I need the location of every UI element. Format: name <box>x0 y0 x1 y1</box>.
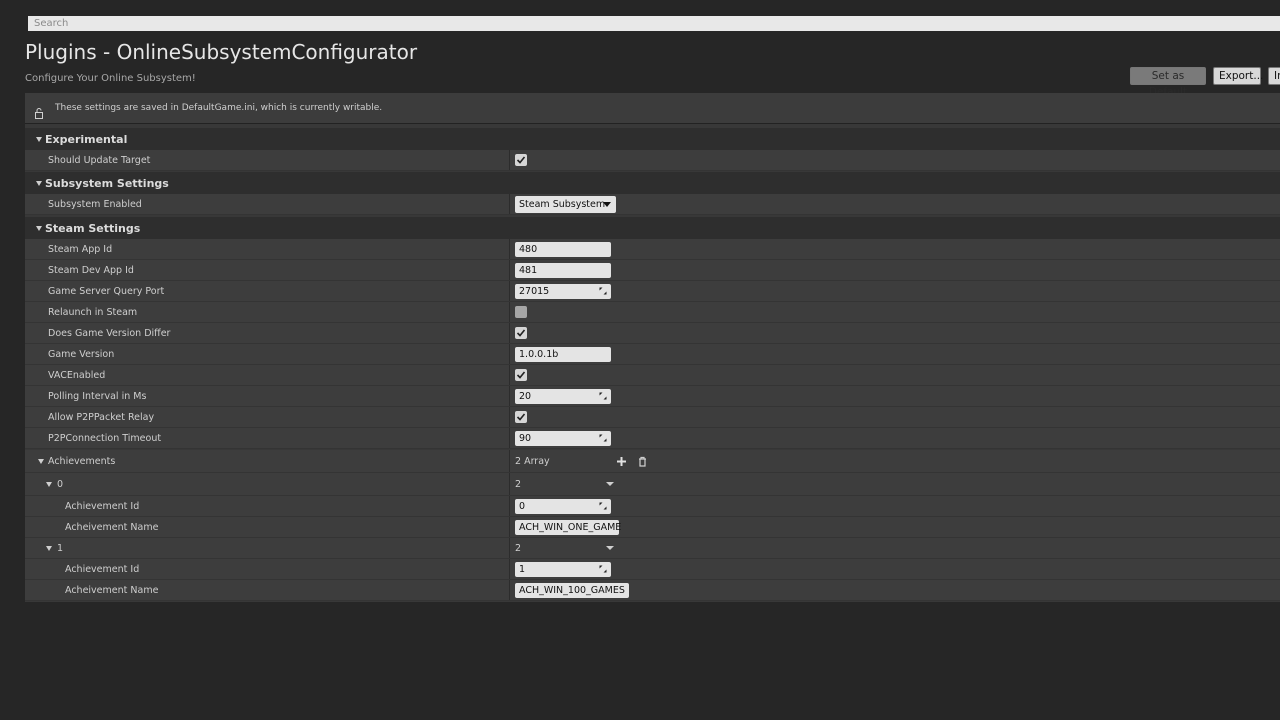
spinbox-value: 0 <box>519 501 526 512</box>
drag-arrows-icon <box>599 287 607 295</box>
element-index: 0 <box>57 479 64 490</box>
does-game-version-differ-checkbox[interactable] <box>515 327 527 339</box>
plus-icon[interactable] <box>616 456 627 467</box>
drag-arrows-icon <box>599 502 607 510</box>
category-experimental[interactable]: Experimental <box>25 128 1280 151</box>
prop-row-game-server-query-port: Game Server Query Port 27015 <box>25 281 1280 302</box>
spinbox-value: 27015 <box>519 286 550 297</box>
achievement-id-0-spinbox[interactable]: 0 <box>515 499 611 514</box>
prop-row-p2p-timeout: P2PConnection Timeout 90 <box>25 428 1280 449</box>
prop-row-achievement-name-0: Acheivement Name ACH_WIN_ONE_GAME <box>25 517 1280 538</box>
game-version-input[interactable]: 1.0.0.1b <box>515 347 611 362</box>
p2p-timeout-spinbox[interactable]: 90 <box>515 431 611 446</box>
array-element-0[interactable]: 0 2 members <box>25 473 1280 513</box>
collapse-arrow-icon <box>36 181 42 186</box>
check-icon <box>516 156 526 164</box>
prop-label: Achievement Id <box>65 564 140 575</box>
category-steam-settings[interactable]: Steam Settings <box>25 217 1280 240</box>
element-index: 1 <box>57 543 64 554</box>
achievement-name-0-input[interactable]: ACH_WIN_ONE_GAME <box>515 520 621 535</box>
prop-row-should-update-target: Should Update Target <box>25 150 1280 171</box>
prop-row-achievement-id-1: Achievement Id 1 <box>25 559 1280 580</box>
trash-icon[interactable] <box>637 456 648 467</box>
relaunch-in-steam-checkbox[interactable] <box>515 306 527 318</box>
set-as-default-button[interactable]: Set as Default <box>1130 67 1206 98</box>
drag-arrows-icon <box>599 392 607 400</box>
check-icon <box>516 413 526 421</box>
prop-row-allow-p2p-relay: Allow P2PPacket Relay <box>25 407 1280 428</box>
settings-panel: These settings are saved in DefaultGame.… <box>25 93 1280 602</box>
prop-row-vac-enabled: VACEnabled <box>25 365 1280 386</box>
prop-row-polling-interval: Polling Interval in Ms 20 <box>25 386 1280 407</box>
prop-row-subsystem-enabled: Subsystem Enabled Steam Subsystem <box>25 194 1280 215</box>
lock-icon <box>34 102 46 119</box>
spinbox-value: 90 <box>519 433 532 444</box>
prop-label: Does Game Version Differ <box>48 328 171 339</box>
collapse-arrow-icon <box>46 482 52 487</box>
prop-label: Allow P2PPacket Relay <box>48 412 155 423</box>
search-input[interactable] <box>28 16 1280 31</box>
game-server-query-port-spinbox[interactable]: 27015 <box>515 284 611 299</box>
check-icon <box>516 329 526 337</box>
polling-interval-spinbox[interactable]: 20 <box>515 389 611 404</box>
import-button[interactable]: Im <box>1268 67 1280 85</box>
page-title: Plugins - OnlineSubsystemConfigurator <box>25 40 418 64</box>
category-label: Steam Settings <box>45 222 141 235</box>
prop-label: Relaunch in Steam <box>48 307 138 318</box>
category-subsystem-settings[interactable]: Subsystem Settings <box>25 172 1280 195</box>
prop-label: Achievement Id <box>65 501 140 512</box>
steam-dev-app-id-input[interactable]: 481 <box>515 263 611 278</box>
allow-p2p-relay-checkbox[interactable] <box>515 411 527 423</box>
prop-row-game-version: Game Version 1.0.0.1b <box>25 344 1280 365</box>
achievement-id-1-spinbox[interactable]: 1 <box>515 562 611 577</box>
prop-label: Acheivement Name <box>65 585 159 596</box>
subsystem-dropdown[interactable]: Steam Subsystem <box>515 196 616 213</box>
prop-label: Polling Interval in Ms <box>48 391 147 402</box>
collapse-arrow-icon <box>38 459 44 464</box>
prop-label: Steam App Id <box>48 244 113 255</box>
prop-label: P2PConnection Timeout <box>48 433 162 444</box>
dropdown-value: Steam Subsystem <box>519 199 606 210</box>
page-subtitle: Configure Your Online Subsystem! <box>25 73 196 84</box>
chevron-down-icon[interactable] <box>606 482 614 486</box>
prop-row-relaunch-in-steam: Relaunch in Steam <box>25 302 1280 323</box>
prop-label: VACEnabled <box>48 370 106 381</box>
category-label: Experimental <box>45 133 128 146</box>
spinbox-value: 1 <box>519 564 526 575</box>
export-button[interactable]: Export... <box>1213 67 1263 85</box>
category-label: Subsystem Settings <box>45 177 169 190</box>
drag-arrows-icon <box>599 565 607 573</box>
prop-row-steam-app-id: Steam App Id 480 <box>25 239 1280 260</box>
prop-row-steam-dev-app-id: Steam Dev App Id 481 <box>25 260 1280 281</box>
prop-row-achievement-id-0: Achievement Id 0 <box>25 496 1280 517</box>
writable-notice: These settings are saved in DefaultGame.… <box>25 93 1280 124</box>
prop-row-achievements[interactable]: Achievements 2 Array elements <box>25 450 1280 490</box>
collapse-arrow-icon <box>36 226 42 231</box>
check-icon <box>516 371 526 379</box>
prop-label: Acheivement Name <box>65 522 159 533</box>
prop-row-achievement-name-1: Acheivement Name ACH_WIN_100_GAMES <box>25 580 1280 601</box>
prop-row-does-game-version-differ: Does Game Version Differ <box>25 323 1280 344</box>
collapse-arrow-icon <box>36 137 42 142</box>
prop-label: Achievements <box>48 456 116 467</box>
should-update-target-checkbox[interactable] <box>515 154 527 166</box>
collapse-arrow-icon <box>46 546 52 551</box>
chevron-down-icon[interactable] <box>606 546 614 550</box>
prop-label: Game Server Query Port <box>48 286 165 297</box>
achievement-name-1-input[interactable]: ACH_WIN_100_GAMES <box>515 583 629 598</box>
prop-label: Subsystem Enabled <box>48 199 142 210</box>
chevron-down-icon <box>603 202 611 207</box>
array-element-1[interactable]: 1 2 members <box>25 538 1280 575</box>
prop-label: Steam Dev App Id <box>48 265 134 276</box>
notice-text: These settings are saved in DefaultGame.… <box>55 103 383 113</box>
spinbox-value: 20 <box>519 391 532 402</box>
steam-app-id-input[interactable]: 480 <box>515 242 611 257</box>
drag-arrows-icon <box>599 434 607 442</box>
prop-label: Should Update Target <box>48 155 151 166</box>
vac-enabled-checkbox[interactable] <box>515 369 527 381</box>
prop-label: Game Version <box>48 349 115 360</box>
